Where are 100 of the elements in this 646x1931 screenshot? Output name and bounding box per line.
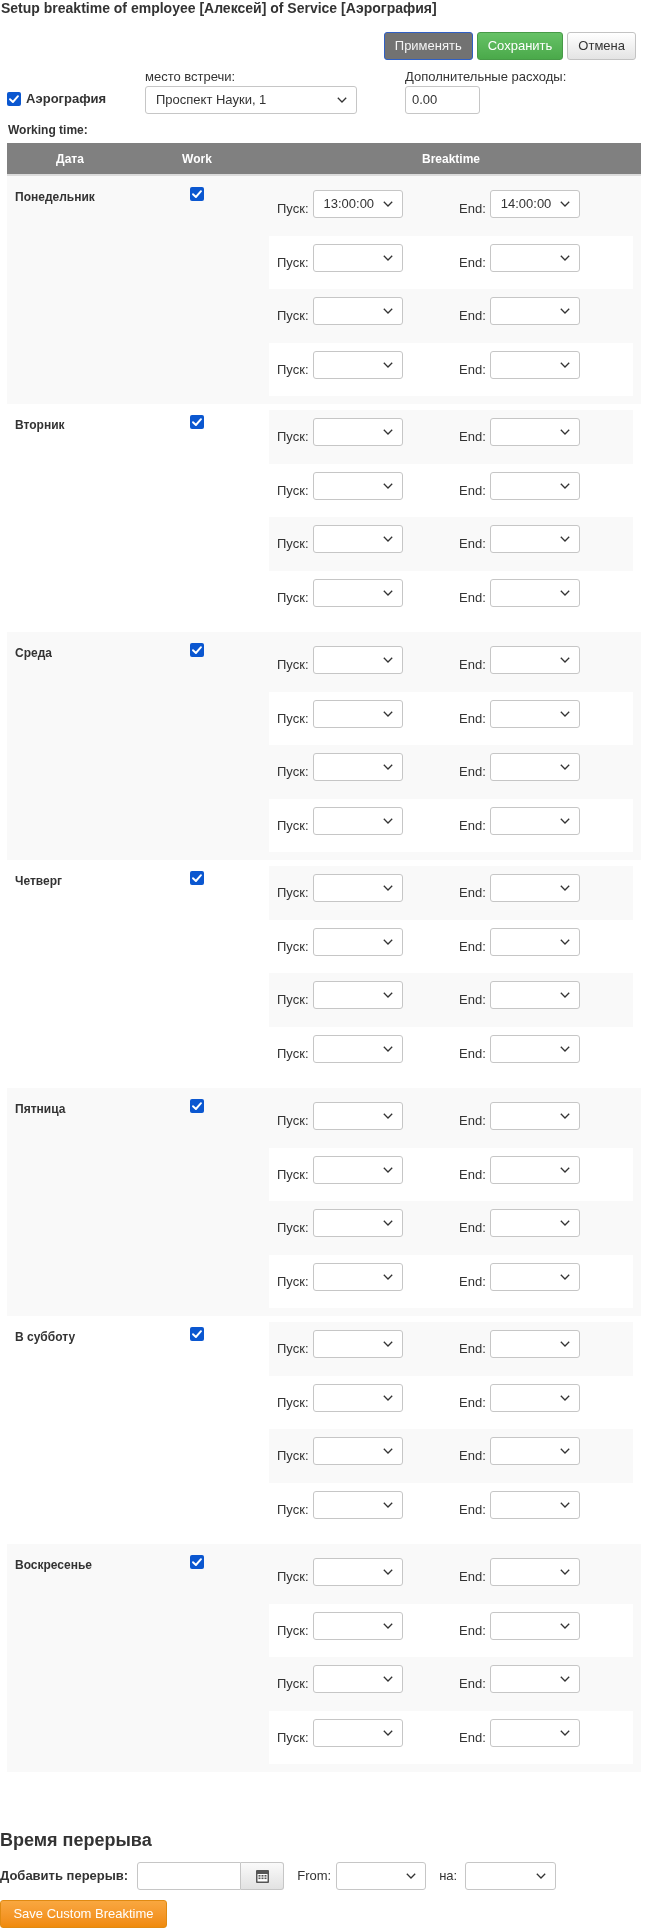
end-time-select[interactable]: [489, 1383, 580, 1412]
start-label: Пуск:: [277, 1729, 309, 1745]
day-label: В субботу: [15, 1330, 76, 1344]
checkbox[interactable]: [190, 1327, 204, 1341]
end-time-select[interactable]: 14:00:00: [489, 190, 580, 218]
checkbox[interactable]: [190, 1099, 204, 1113]
start-time-select[interactable]: [312, 874, 403, 902]
apply-button[interactable]: Применять: [383, 32, 473, 60]
end-time-select[interactable]: [489, 350, 580, 379]
from-label: From:: [297, 1867, 332, 1886]
end-time-select[interactable]: [489, 297, 580, 325]
end-time-select[interactable]: [489, 525, 580, 553]
chevron-down-icon: [406, 1873, 417, 1879]
end-label: End:: [459, 589, 486, 605]
checkbox[interactable]: [190, 643, 204, 657]
start-time-select[interactable]: [312, 806, 403, 835]
checkbox[interactable]: [190, 187, 204, 201]
to-time-select[interactable]: [465, 1862, 557, 1890]
checkbox[interactable]: [190, 415, 204, 429]
checkbox[interactable]: [190, 1555, 204, 1569]
start-label: Пуск:: [277, 482, 309, 498]
end-time-select[interactable]: [489, 1558, 580, 1586]
end-label: End:: [459, 1501, 486, 1517]
start-time-select[interactable]: [312, 1558, 403, 1586]
end-label: End:: [459, 1569, 486, 1584]
start-time-select[interactable]: [312, 1665, 403, 1693]
calendar-button[interactable]: [241, 1862, 285, 1890]
start-time-select[interactable]: [312, 525, 403, 553]
end-time-select[interactable]: [489, 646, 580, 674]
end-time-select[interactable]: [489, 418, 580, 446]
end-time-select[interactable]: [489, 981, 580, 1009]
from-time-select[interactable]: [336, 1862, 427, 1890]
start-time-select[interactable]: [312, 1102, 403, 1130]
end-time-select[interactable]: [489, 1330, 580, 1358]
start-time-select[interactable]: [312, 1490, 403, 1519]
start-time-select[interactable]: [312, 927, 403, 956]
end-time-select[interactable]: [489, 1665, 580, 1693]
start-label: Пуск:: [277, 254, 309, 270]
chevron-down-icon: [382, 361, 393, 368]
meeting-place-select[interactable]: Проспект Науки, 1: [145, 86, 357, 114]
end-label: End:: [459, 308, 486, 323]
end-time-select[interactable]: [489, 578, 580, 607]
end-time-select[interactable]: [489, 243, 580, 272]
chevron-down-icon: [559, 764, 570, 770]
checkbox[interactable]: [190, 871, 204, 885]
end-time-select[interactable]: [489, 1490, 580, 1519]
start-time-select[interactable]: [312, 418, 403, 446]
start-time-select[interactable]: [312, 1383, 403, 1412]
start-label: Пуск:: [277, 1622, 309, 1638]
chevron-down-icon: [382, 1273, 393, 1280]
end-time-select[interactable]: [489, 753, 580, 781]
end-time-select[interactable]: [489, 699, 580, 728]
start-time-select[interactable]: [312, 1262, 403, 1291]
start-time-select[interactable]: [312, 1718, 403, 1747]
chevron-down-icon: [559, 1448, 570, 1454]
start-time-select[interactable]: 13:00:00: [312, 190, 403, 218]
end-label: End:: [459, 536, 486, 551]
start-time-select[interactable]: [312, 1155, 403, 1184]
end-time-select[interactable]: [489, 471, 580, 500]
end-time-select[interactable]: [489, 1209, 580, 1237]
end-label: End:: [459, 361, 486, 377]
start-time-select[interactable]: [312, 753, 403, 781]
chevron-down-icon: [382, 764, 393, 770]
end-time-select[interactable]: [489, 1437, 580, 1465]
start-time-select[interactable]: [312, 471, 403, 500]
cancel-button[interactable]: Отмена: [567, 32, 636, 60]
end-label: End:: [459, 1045, 486, 1061]
end-time-select[interactable]: [489, 1102, 580, 1130]
end-label: End:: [459, 1113, 486, 1128]
end-time-select[interactable]: [489, 874, 580, 902]
extra-costs-input[interactable]: 0.00: [405, 86, 480, 114]
end-time-select[interactable]: [489, 1262, 580, 1291]
start-time-select[interactable]: [312, 981, 403, 1009]
end-time-select[interactable]: [489, 1718, 580, 1747]
column-header: Breaktime: [421, 150, 481, 168]
end-time-select[interactable]: [489, 927, 580, 956]
end-time-select[interactable]: [489, 1611, 580, 1640]
end-time-select[interactable]: [489, 1155, 580, 1184]
chevron-down-icon: [559, 885, 570, 891]
start-time-select[interactable]: [312, 699, 403, 728]
start-label: Пуск:: [277, 1166, 309, 1182]
start-time-select[interactable]: [312, 646, 403, 674]
end-label: End:: [459, 817, 486, 833]
start-time-select[interactable]: [312, 578, 403, 607]
start-time-select[interactable]: [312, 1034, 403, 1063]
start-time-select[interactable]: [312, 1611, 403, 1640]
section-heading: Время перерыва: [0, 1829, 153, 1851]
start-time-select[interactable]: [312, 297, 403, 325]
start-time-select[interactable]: [312, 1209, 403, 1237]
start-time-select[interactable]: [312, 350, 403, 379]
chevron-down-icon: [382, 1569, 393, 1575]
start-time-select[interactable]: [312, 243, 403, 272]
end-time-select[interactable]: [489, 806, 580, 835]
start-time-select[interactable]: [312, 1437, 403, 1465]
checkbox[interactable]: [7, 91, 21, 106]
chevron-down-icon: [559, 308, 570, 314]
date-input[interactable]: [137, 1862, 242, 1890]
end-time-select[interactable]: [489, 1034, 580, 1063]
chevron-down-icon: [559, 536, 570, 542]
start-time-select[interactable]: [312, 1330, 403, 1358]
